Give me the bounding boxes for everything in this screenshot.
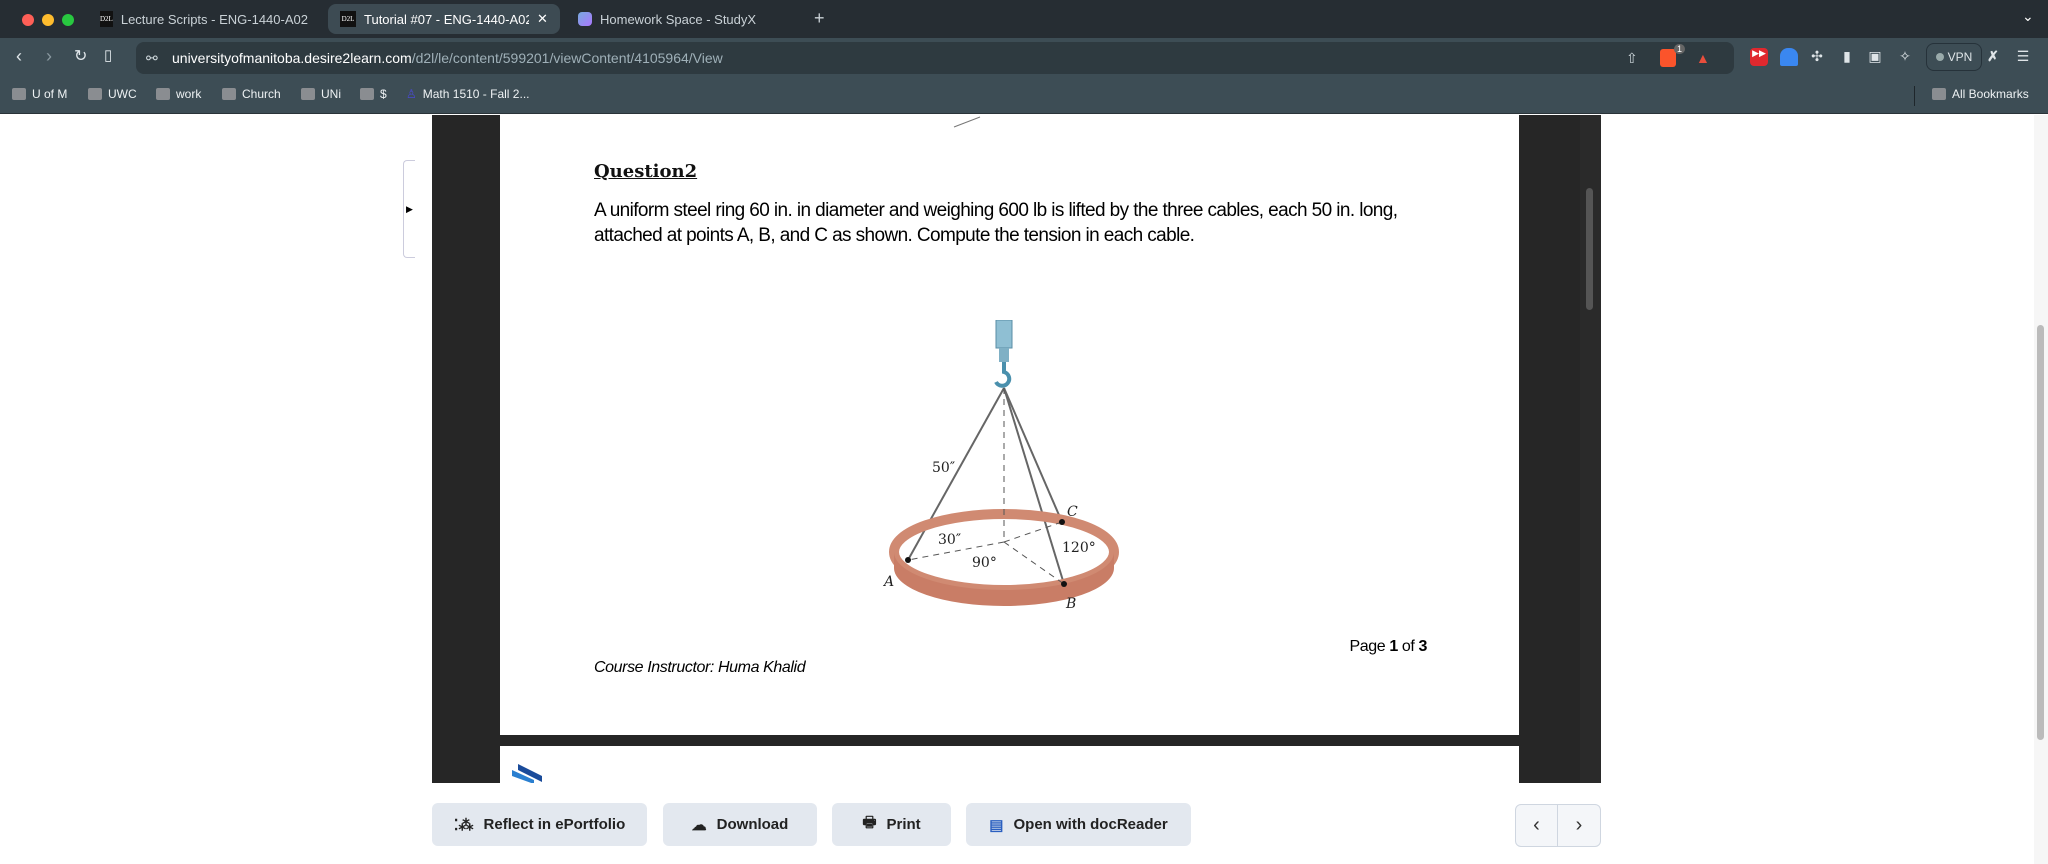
all-bookmarks[interactable]: All Bookmarks	[1932, 87, 2029, 101]
download-button[interactable]: ☁ Download	[663, 803, 817, 846]
bookmarks-bar: U of M UWC work Church UNi $ ♙ Math 1510 …	[0, 78, 2048, 114]
previous-button[interactable]: ‹	[1515, 804, 1558, 847]
wallet-icon[interactable]: ▣	[1866, 48, 1884, 66]
forward-button[interactable]: ›	[46, 46, 52, 67]
extension-icon[interactable]: ▶▶	[1750, 48, 1768, 66]
bookmark-math-1510[interactable]: ♙ Math 1510 - Fall 2...	[406, 87, 529, 101]
page-scrollbar[interactable]	[2034, 115, 2048, 864]
document-viewer: Question2 A uniform steel ring 60 in. in…	[432, 115, 1601, 783]
toolbar: ‹ › ↻ ▯ ⚯ universityofmanitoba.desire2le…	[0, 38, 2048, 78]
close-window-button[interactable]	[22, 14, 34, 26]
open-with-docreader-button[interactable]: ▤ Open with docReader	[966, 803, 1191, 846]
d2l-icon: D2L	[100, 11, 113, 27]
next-button[interactable]: ›	[1558, 804, 1601, 847]
vpn-button[interactable]: VPN	[1926, 43, 1982, 71]
bookmark-folder[interactable]: U of M	[12, 87, 67, 101]
viewer-scrollbar-thumb[interactable]	[1586, 188, 1593, 310]
folder-icon	[222, 88, 236, 100]
tab-homework-space[interactable]: Homework Space - StudyX	[566, 4, 796, 34]
university-logo	[512, 764, 542, 783]
extension-x-icon[interactable]: ✗	[1984, 48, 2002, 66]
ring-cables-figure: 50″ 30″ 90° 120° A B C	[882, 320, 1119, 610]
viewer-scrollbar[interactable]	[1580, 115, 1601, 783]
point-a-label: A	[882, 574, 894, 590]
menu-icon[interactable]: ☰	[2014, 48, 2032, 66]
question-title: Question2	[594, 161, 698, 182]
folder-icon	[360, 88, 374, 100]
folder-icon	[1932, 88, 1946, 100]
printer-icon: 🖶	[862, 814, 877, 831]
folder-icon	[88, 88, 102, 100]
point-b-label: B	[1065, 596, 1076, 610]
reload-button[interactable]: ↻	[74, 46, 87, 66]
close-tab-icon[interactable]: ✕	[537, 11, 548, 27]
tab-lecture-scripts[interactable]: D2L Lecture Scripts - ENG-1440-A02	[88, 4, 318, 34]
folder-icon	[12, 88, 26, 100]
bookmark-site-icon: ♙	[406, 87, 417, 101]
point-c-label: C	[1067, 504, 1078, 520]
page-scrollbar-thumb[interactable]	[2037, 325, 2044, 740]
tab-list-chevron-icon[interactable]: ⌄	[2022, 8, 2034, 25]
brave-rewards-icon[interactable]: ▲	[1696, 50, 1710, 66]
document-page: Question2 A uniform steel ring 60 in. in…	[500, 115, 1519, 735]
print-button[interactable]: 🖶 Print	[832, 803, 951, 846]
extension-icon[interactable]	[1780, 48, 1798, 66]
bookmark-folder[interactable]: $	[360, 87, 387, 101]
extensions-puzzle-icon[interactable]: ✣	[1808, 48, 1826, 66]
minimize-window-button[interactable]	[42, 14, 54, 26]
leo-ai-icon[interactable]: ✧	[1896, 48, 1914, 66]
angle-bc-label: 120°	[1062, 540, 1096, 556]
sidebar-icon[interactable]: ▮	[1838, 48, 1856, 66]
address-bar[interactable]: ⚯ universityofmanitoba.desire2learn.com /…	[136, 42, 1734, 74]
maximize-window-button[interactable]	[62, 14, 74, 26]
tab-tutorial[interactable]: D2L Tutorial #07 - ENG-1440-A02 ✕	[328, 4, 560, 34]
download-cloud-icon: ☁	[691, 816, 707, 834]
bookmark-folder[interactable]: UWC	[88, 87, 137, 101]
tab-bar: D2L Lecture Scripts - ENG-1440-A02 D2L Tut…	[0, 0, 2048, 38]
vpn-status-icon	[1935, 53, 1944, 61]
site-settings-icon[interactable]: ⚯	[146, 50, 158, 67]
folder-icon	[301, 88, 315, 100]
folder-icon	[156, 88, 170, 100]
eportfolio-icon: ⁚⁂	[453, 816, 474, 834]
cable-length-label: 50″	[932, 460, 955, 476]
reflect-in-eportfolio-button[interactable]: ⁚⁂ Reflect in ePortfolio	[432, 803, 647, 846]
course-instructor: Course Instructor: Huma Khalid	[594, 659, 806, 676]
bookmark-folder[interactable]: work	[156, 87, 201, 101]
d2l-icon: D2L	[340, 11, 356, 27]
sidebar-toggle-button[interactable]: ▶	[403, 160, 415, 258]
back-button[interactable]: ‹	[16, 46, 22, 67]
page-number: Page 1 of 3	[1349, 638, 1428, 655]
divider	[1914, 86, 1915, 106]
studyx-icon	[578, 12, 592, 26]
new-tab-button[interactable]: +	[814, 8, 825, 29]
docreader-icon: ▤	[989, 816, 1004, 834]
share-icon[interactable]: ⇧	[1626, 50, 1638, 67]
bookmark-icon[interactable]: ▯	[104, 46, 112, 64]
bookmark-folder[interactable]: UNi	[301, 87, 341, 101]
radius-label: 30″	[938, 532, 961, 548]
angle-ab-label: 90°	[972, 555, 997, 571]
bookmark-folder[interactable]: Church	[222, 87, 281, 101]
document-page-2	[500, 746, 1519, 783]
question-text: A uniform steel ring 60 in. in diameter …	[594, 200, 1398, 246]
figure-fragment	[953, 116, 981, 128]
brave-shields-icon[interactable]	[1660, 49, 1676, 67]
